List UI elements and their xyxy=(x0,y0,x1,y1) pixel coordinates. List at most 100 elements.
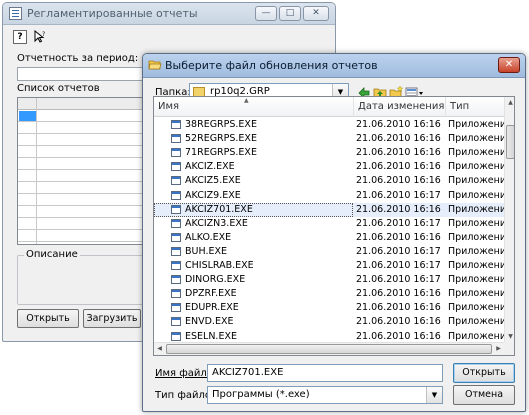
horizontal-scroll-thumb[interactable] xyxy=(166,344,492,354)
file-type: Приложение xyxy=(448,119,504,130)
file-name: 52REGRPS.EXE xyxy=(185,133,257,145)
file-name: DPZRF.EXE xyxy=(185,288,237,300)
file-row[interactable]: AKCIZ9.EXE 21.06.2010 16:17 Приложение xyxy=(154,189,504,203)
file-name: BUH.EXE xyxy=(185,245,227,257)
file-date: 21.06.2010 16:17 xyxy=(356,245,441,257)
reports-list-label: Список отчетов xyxy=(17,83,100,94)
file-name: DINORG.EXE xyxy=(185,274,246,286)
reports-app-icon xyxy=(9,7,22,20)
file-type: Приложение xyxy=(448,189,504,201)
scroll-corner xyxy=(504,342,514,355)
file-row[interactable]: AKCIZN3.EXE 21.06.2010 16:17 Приложение xyxy=(154,217,504,231)
dialog-titlebar[interactable]: Выберите файл обновления отчетов ✕ xyxy=(143,54,525,78)
chevron-down-icon[interactable]: ▼ xyxy=(426,387,442,403)
vertical-scrollbar[interactable]: ▲ ▼ xyxy=(504,97,514,342)
filename-input[interactable]: AKCIZ701.EXE xyxy=(207,364,443,382)
column-name-label: Имя xyxy=(158,101,180,112)
file-name: ENVD.EXE xyxy=(185,316,234,328)
file-type: Приложение xyxy=(448,302,504,314)
file-name: AKCIZ701.EXE xyxy=(154,202,353,217)
file-name: 71REGRPS.EXE xyxy=(185,147,257,159)
file-date: 21.06.2010 16:17 xyxy=(356,274,441,286)
file-date: 21.06.2010 16:16 xyxy=(356,147,441,159)
reports-window-titlebar[interactable]: Регламентированные отчеты — □ ✕ xyxy=(3,3,335,25)
file-list[interactable]: ▲ Имя Дата изменения Тип 38REGRPS.EXE 21.… xyxy=(153,96,515,356)
file-type: Приложение xyxy=(448,260,504,271)
file-row[interactable]: 71REGRPS.EXE 21.06.2010 16:16 Приложение xyxy=(154,146,504,160)
file-row[interactable]: ENVD.EXE 21.06.2010 16:16 Приложение xyxy=(154,315,504,329)
file-date: 21.06.2010 16:16 xyxy=(356,175,441,187)
filename-value: AKCIZ701.EXE xyxy=(212,367,284,378)
file-list-header: ▲ Имя Дата изменения Тип xyxy=(154,97,504,117)
maximize-button[interactable]: □ xyxy=(279,6,301,21)
pointer-help-icon[interactable]: ? xyxy=(33,29,47,44)
description-label: Описание xyxy=(24,249,80,260)
file-name: AKCIZ5.EXE xyxy=(185,175,241,187)
column-header-name[interactable]: ▲ Имя xyxy=(154,97,354,117)
file-row[interactable]: AKCIZ.EXE 21.06.2010 16:16 Приложение xyxy=(154,160,504,174)
horizontal-scrollbar[interactable]: ◀ ▶ xyxy=(154,342,504,355)
scroll-right-icon[interactable]: ▶ xyxy=(493,343,504,354)
filetype-combo[interactable]: Программы (*.exe) ▼ xyxy=(207,386,443,404)
file-type: Приложение xyxy=(448,231,504,243)
file-type: Приложение xyxy=(448,245,504,257)
close-button[interactable]: ✕ xyxy=(303,6,329,21)
file-date: 21.06.2010 16:16 xyxy=(356,133,441,145)
dialog-open-button[interactable]: Открыть xyxy=(453,363,515,383)
file-type: Приложение xyxy=(448,203,504,215)
file-row[interactable]: DINORG.EXE 21.06.2010 16:17 Приложение xyxy=(154,273,504,287)
help-icon[interactable]: ? xyxy=(13,30,27,44)
file-date: 21.06.2010 16:16 xyxy=(356,288,441,300)
file-row[interactable]: CHISLRAB.EXE 21.06.2010 16:17 Приложение xyxy=(154,259,504,273)
file-row[interactable]: AKCIZ5.EXE 21.06.2010 16:16 Приложение xyxy=(154,174,504,188)
file-type: Приложение xyxy=(448,274,504,286)
file-date: 21.06.2010 16:16 xyxy=(356,119,441,130)
file-row[interactable]: ALKO.EXE 21.06.2010 16:16 Приложение xyxy=(154,231,504,245)
file-name: 38REGRPS.EXE xyxy=(185,119,257,130)
vertical-scroll-thumb[interactable] xyxy=(506,125,514,159)
filetype-value: Программы (*.exe) xyxy=(212,389,310,400)
file-row[interactable]: AKCIZ701.EXE21.06.2010 16:16 Приложение xyxy=(154,202,504,217)
file-open-dialog: Выберите файл обновления отчетов ✕ Папка… xyxy=(142,53,526,412)
file-date: 21.06.2010 16:16 xyxy=(356,302,441,314)
file-date: 21.06.2010 16:16 xyxy=(356,203,441,215)
load-report-button[interactable]: Загрузить xyxy=(83,309,141,328)
scroll-up-icon[interactable]: ▲ xyxy=(505,97,514,108)
column-header-date[interactable]: Дата изменения xyxy=(354,97,446,117)
open-report-button[interactable]: Открыть xyxy=(17,309,79,328)
minimize-button[interactable]: — xyxy=(255,6,277,21)
file-name: EDUPR.EXE xyxy=(185,302,239,314)
reports-window-title: Регламентированные отчеты xyxy=(27,7,198,20)
file-type: Приложение xyxy=(448,316,504,328)
dialog-close-button[interactable]: ✕ xyxy=(498,57,520,73)
file-type: Приложение xyxy=(448,133,504,145)
file-row[interactable]: EDUPR.EXE 21.06.2010 16:16 Приложение xyxy=(154,301,504,315)
file-type: Приложение xyxy=(448,161,504,173)
scroll-down-icon[interactable]: ▼ xyxy=(505,331,514,342)
file-date: 21.06.2010 16:16 xyxy=(356,231,441,243)
file-name: AKCIZN3.EXE xyxy=(185,217,248,229)
file-name: AKCIZ9.EXE xyxy=(185,189,241,201)
file-type: Приложение xyxy=(448,217,504,229)
file-type: Приложение xyxy=(448,288,504,300)
file-date: 21.06.2010 16:17 xyxy=(356,189,441,201)
dialog-cancel-button[interactable]: Отмена xyxy=(453,385,515,405)
file-date: 21.06.2010 16:16 xyxy=(356,316,441,328)
column-header-type[interactable]: Тип xyxy=(446,97,504,117)
file-name: CHISLRAB.EXE xyxy=(185,260,254,271)
file-row[interactable]: 52REGRPS.EXE 21.06.2010 16:16 Приложение xyxy=(154,132,504,146)
file-date: 21.06.2010 16:16 xyxy=(356,161,441,173)
file-row[interactable]: BUH.EXE 21.06.2010 16:17 Приложение xyxy=(154,245,504,259)
sort-ascending-icon: ▲ xyxy=(244,97,249,104)
file-name: AKCIZ.EXE xyxy=(185,161,235,173)
dialog-title: Выберите файл обновления отчетов xyxy=(165,59,378,72)
file-type: Приложение xyxy=(448,175,504,187)
scroll-left-icon[interactable]: ◀ xyxy=(154,343,165,354)
file-row[interactable]: DPZRF.EXE 21.06.2010 16:16 Приложение xyxy=(154,287,504,301)
reports-toolbar: ? ? xyxy=(7,29,333,47)
file-date: 21.06.2010 16:17 xyxy=(356,260,441,271)
file-row[interactable]: 38REGRPS.EXE 21.06.2010 16:16 Приложение xyxy=(154,118,504,132)
period-label: Отчетность за период: xyxy=(17,53,139,64)
file-date: 21.06.2010 16:17 xyxy=(356,217,441,229)
svg-text:?: ? xyxy=(42,31,45,38)
